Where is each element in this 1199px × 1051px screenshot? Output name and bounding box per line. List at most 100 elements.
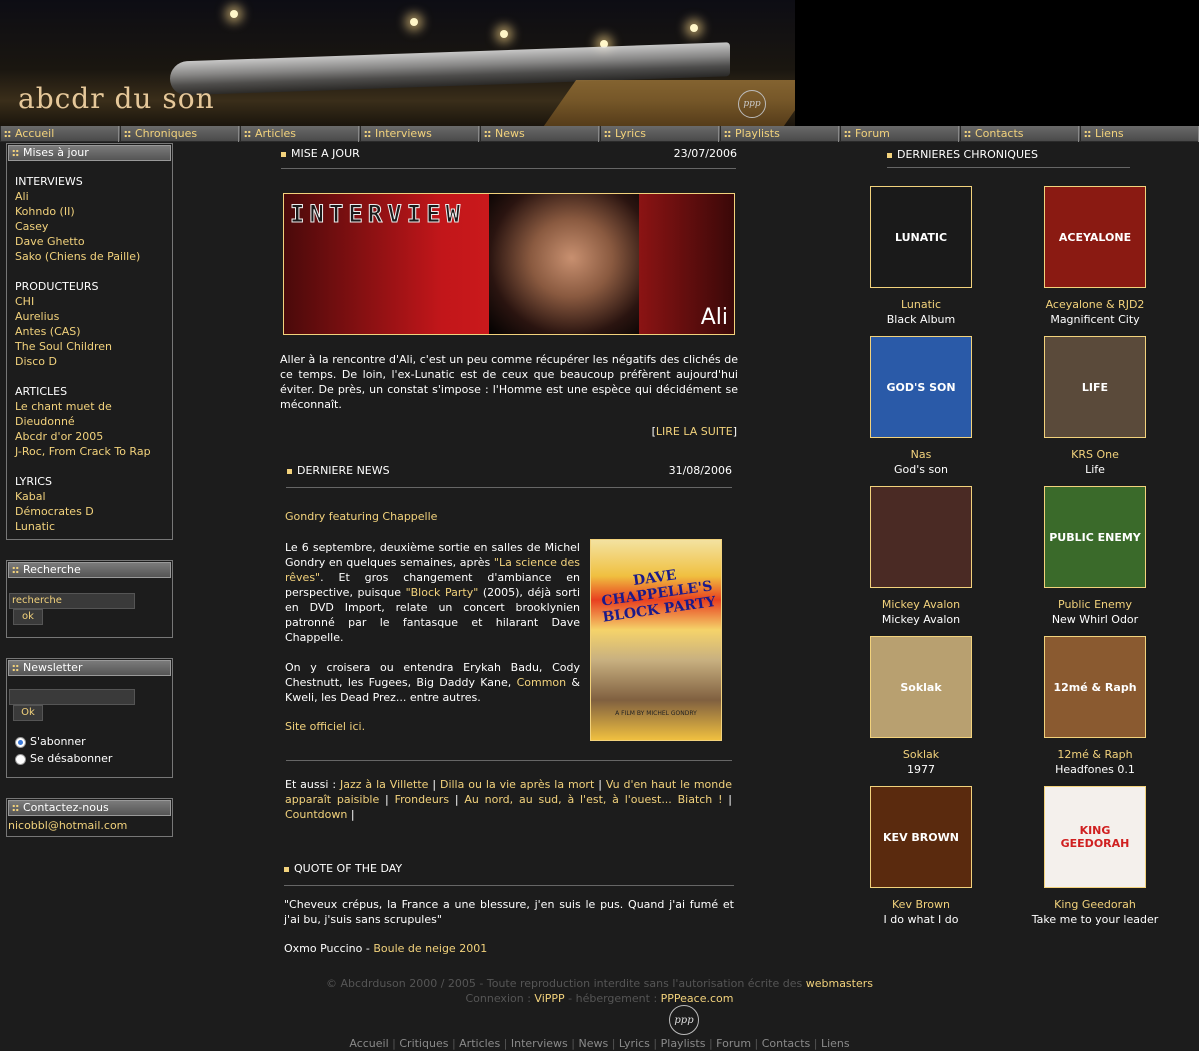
divider — [281, 168, 736, 169]
divider — [284, 885, 734, 886]
link-common[interactable]: Common — [517, 676, 567, 689]
nav-item-forum[interactable]: Forum — [840, 126, 959, 142]
grip-icon — [124, 130, 131, 138]
update-text: Aller à la rencontre d'Ali, c'est un peu… — [280, 353, 738, 411]
also-link-dilla[interactable]: Dilla ou la vie après la mort — [440, 778, 594, 791]
update-link-aurelius[interactable]: Aurelius — [15, 309, 164, 324]
divider — [286, 760, 732, 761]
album-item[interactable]: Mickey Avalon Mickey Avalon — [870, 486, 972, 627]
footer-link-accueil[interactable]: Accueil — [349, 1037, 388, 1050]
album-cover[interactable]: PUBLIC ENEMY — [1044, 486, 1146, 588]
radio-unsubscribe[interactable] — [15, 753, 26, 765]
unsubscribe-option[interactable]: Se désabonner — [15, 750, 170, 767]
album-item[interactable]: KEV BROWN Kev Brown I do what I do — [870, 786, 972, 927]
album-cover[interactable] — [870, 486, 972, 588]
update-link-dieudonne[interactable]: Le chant muet de Dieudonné — [15, 399, 125, 429]
newsletter-form: Ok S'abonner Se désabonner — [7, 677, 172, 767]
nav-item-playlists[interactable]: Playlists — [720, 126, 839, 142]
webmasters-link[interactable]: webmasters — [806, 977, 873, 990]
footer-hosting: Connexion : ViPPP - hébergement : PPPeac… — [465, 992, 734, 1005]
album-item[interactable]: KING GEEDORAH King Geedorah Take me to y… — [1032, 786, 1158, 927]
album-cover[interactable]: KING GEEDORAH — [1044, 786, 1146, 888]
update-link-casey[interactable]: Casey — [15, 219, 164, 234]
album-item[interactable]: ACEYALONE Aceyalone & RJD2 Magnificent C… — [1044, 186, 1146, 327]
contact-email-link[interactable]: nicobbl@hotmail.com — [7, 817, 172, 832]
album-item[interactable]: GOD'S SON Nas God's son — [870, 336, 972, 477]
update-link-j-roc[interactable]: J-Roc, From Crack To Rap — [15, 444, 164, 459]
album-item[interactable]: 12mé & Raph 12mé & Raph Headfones 0.1 — [1044, 636, 1146, 777]
update-link-dave-ghetto[interactable]: Dave Ghetto — [15, 234, 164, 249]
contact-box: Contactez-nous nicobbl@hotmail.com — [6, 798, 173, 837]
nav-item-interviews[interactable]: Interviews — [360, 126, 479, 142]
album-cover[interactable]: GOD'S SON — [870, 336, 972, 438]
footer-link-playlists[interactable]: Playlists — [661, 1037, 706, 1050]
official-site-link[interactable]: Site officiel ici. — [285, 720, 365, 733]
news-headline[interactable]: Gondry featuring Chappelle — [285, 510, 437, 523]
read-more-link[interactable]: LIRE LA SUITE — [656, 425, 733, 438]
update-link-lunatic[interactable]: Lunatic — [15, 519, 164, 534]
footer-link-liens[interactable]: Liens — [821, 1037, 850, 1050]
album-cover[interactable]: LIFE — [1044, 336, 1146, 438]
update-link-disco-d[interactable]: Disco D — [15, 354, 164, 369]
also-link-frondeurs[interactable]: Frondeurs — [395, 793, 449, 806]
nav-item-news[interactable]: News — [480, 126, 599, 142]
footer-link-critiques[interactable]: Critiques — [399, 1037, 448, 1050]
nav-item-chroniques[interactable]: Chroniques — [120, 126, 239, 142]
album-item[interactable]: LUNATIC Lunatic Black Album — [870, 186, 972, 327]
updates-list: INTERVIEWS Ali Kohndo (II) Casey Dave Gh… — [7, 162, 172, 542]
interview-banner[interactable]: INTERVIEW Ali — [283, 193, 735, 335]
header-banner[interactable]: abcdr du son ppp — [0, 0, 795, 126]
album-item[interactable]: Soklak Soklak 1977 — [870, 636, 972, 777]
footer-link-forum[interactable]: Forum — [716, 1037, 751, 1050]
update-link-kabal[interactable]: Kabal — [15, 489, 164, 504]
footer-link-lyrics[interactable]: Lyrics — [619, 1037, 650, 1050]
group-label-interviews: INTERVIEWS — [15, 175, 83, 188]
album-item[interactable]: LIFE KRS One Life — [1044, 336, 1146, 477]
update-link-chi[interactable]: CHI — [15, 294, 164, 309]
update-link-democrates-d[interactable]: Démocrates D — [15, 504, 164, 519]
newsletter-ok-button[interactable]: Ok — [13, 705, 43, 721]
update-link-antes[interactable]: Antes (CAS) — [15, 324, 164, 339]
radio-subscribe[interactable] — [15, 736, 26, 748]
album-cover[interactable]: LUNATIC — [870, 186, 972, 288]
album-item[interactable]: PUBLIC ENEMY Public Enemy New Whirl Odor — [1044, 486, 1146, 627]
update-link-soul-children[interactable]: The Soul Children — [15, 339, 164, 354]
search-button[interactable]: ok — [13, 609, 43, 625]
news-section-title: DERNIERE NEWS — [287, 464, 390, 477]
nav-item-accueil[interactable]: Accueil — [0, 126, 119, 142]
nav-item-articles[interactable]: Articles — [240, 126, 359, 142]
footer-link-articles[interactable]: Articles — [459, 1037, 500, 1050]
nav-item-lyrics[interactable]: Lyrics — [600, 126, 719, 142]
also-link-jazz-villette[interactable]: Jazz à la Villette — [340, 778, 428, 791]
update-link-sako[interactable]: Sako (Chiens de Paille) — [15, 249, 164, 264]
quote-text: "Cheveux crépus, la France a une blessur… — [284, 898, 734, 926]
album-cover[interactable]: Soklak — [870, 636, 972, 738]
album-cover[interactable]: 12mé & Raph — [1044, 636, 1146, 738]
newsletter-email-input[interactable] — [9, 689, 135, 705]
update-link-abcdr-dor[interactable]: Abcdr d'or 2005 — [15, 429, 164, 444]
lamp-decoration — [230, 10, 238, 18]
update-link-ali[interactable]: Ali — [15, 189, 164, 204]
update-link-kohndo[interactable]: Kohndo (II) — [15, 204, 164, 219]
album-cover[interactable]: KEV BROWN — [870, 786, 972, 888]
news-date: 31/08/2006 — [668, 464, 732, 477]
album-cover[interactable]: ACEYALONE — [1044, 186, 1146, 288]
bullet-icon — [281, 151, 286, 157]
vippp-link[interactable]: ViPPP — [534, 992, 564, 1005]
also-link-countdown[interactable]: Countdown — [285, 808, 347, 821]
site-logo[interactable]: abcdr du son — [18, 82, 215, 115]
grip-icon — [484, 130, 491, 138]
nav-item-liens[interactable]: Liens — [1080, 126, 1199, 142]
footer-link-interviews[interactable]: Interviews — [511, 1037, 568, 1050]
update-section-title: MISE A JOUR — [281, 147, 360, 160]
pppeace-link[interactable]: PPPeace.com — [661, 992, 734, 1005]
nav-item-contacts[interactable]: Contacts — [960, 126, 1079, 142]
subscribe-option[interactable]: S'abonner — [15, 733, 170, 750]
quote-source-link[interactable]: Boule de neige 2001 — [373, 942, 487, 955]
link-block-party[interactable]: "Block Party" — [406, 586, 479, 599]
footer-link-news[interactable]: News — [578, 1037, 608, 1050]
search-input[interactable]: recherche — [9, 593, 135, 609]
block-party-poster[interactable]: DAVE CHAPPELLE'S BLOCK PARTY A FILM BY M… — [590, 539, 722, 741]
also-link-biatch[interactable]: Au nord, au sud, à l'est, à l'ouest... B… — [464, 793, 722, 806]
footer-link-contacts[interactable]: Contacts — [762, 1037, 811, 1050]
